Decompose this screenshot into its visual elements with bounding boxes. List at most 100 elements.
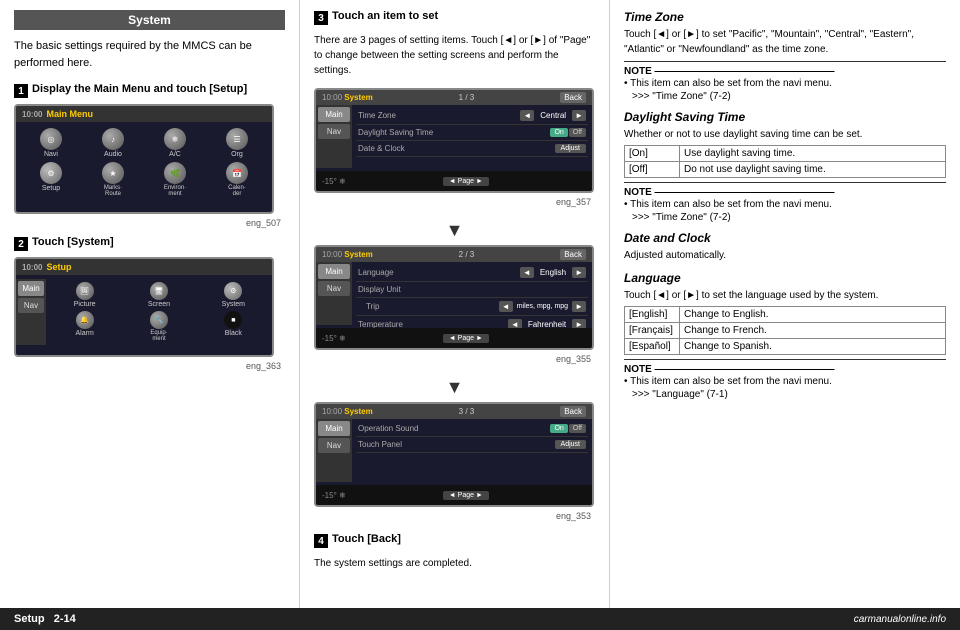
right-column: Time Zone Touch [◄] or [►] to set "Pacif…	[610, 0, 960, 608]
step3-heading: 3 Touch an item to set	[314, 10, 595, 25]
timezone-row: Time Zone ◄ Central ►	[356, 107, 588, 125]
menu-icon-setup: ⚙ Setup	[22, 162, 80, 197]
step2-num: 2	[14, 237, 28, 251]
time-zone-note: NOTE —————————————————— • This item can …	[624, 61, 946, 102]
footer-section: Setup	[14, 613, 45, 625]
screen3-topbar: 10:00 System 3 / 3 Back	[316, 404, 592, 419]
back-btn-1[interactable]: Back	[560, 92, 586, 103]
date-clock-text: Adjusted automatically.	[624, 248, 946, 263]
arrow-down-2: ▼	[314, 378, 595, 396]
date-clock-title: Date and Clock	[624, 231, 946, 245]
dst-title: Daylight Saving Time	[624, 110, 946, 124]
dst-note: NOTE —————————————————— • This item can …	[624, 182, 946, 223]
trip-left-btn[interactable]: ◄	[499, 301, 513, 312]
back-btn-3[interactable]: Back	[560, 406, 586, 417]
menu-icon-navi: ◎ Navi	[22, 128, 80, 158]
dst-on-btn[interactable]: On	[550, 128, 567, 137]
touch-panel-row: Touch Panel Adjust	[356, 437, 588, 453]
step3-label: Touch an item to set	[332, 10, 438, 22]
step3-num: 3	[314, 11, 328, 25]
time-zone-title: Time Zone	[624, 10, 946, 24]
dst-table-on: [On] Use daylight saving time.	[625, 146, 945, 162]
screen2-bottombar: -15° ❄ ◄ Page ►	[316, 328, 592, 348]
timezone-right-btn[interactable]: ►	[572, 110, 586, 121]
op-sound-row: Operation Sound On Off	[356, 421, 588, 437]
timezone-left-btn[interactable]: ◄	[520, 110, 534, 121]
display-unit-row: Display Unit	[356, 282, 588, 298]
step2-heading: 2 Touch [System]	[14, 236, 285, 251]
mid-column: 3 Touch an item to set There are 3 pages…	[300, 0, 610, 608]
arrow-down-1: ▼	[314, 221, 595, 239]
main-btn-1[interactable]: Main	[318, 107, 350, 122]
logo-text: carmanualonline.info	[854, 614, 946, 625]
lang-right-btn[interactable]: ►	[572, 267, 586, 278]
page-btn-1[interactable]: ◄ Page ►	[443, 177, 489, 186]
dst-table-off: [Off] Do not use daylight saving time.	[625, 162, 945, 177]
footer-logo: carmanualonline.info	[854, 614, 946, 625]
dst-table: [On] Use daylight saving time. [Off] Do …	[624, 145, 946, 178]
date-adjust-btn[interactable]: Adjust	[555, 144, 586, 153]
language-english: [English] Change to English.	[625, 307, 945, 323]
trip-row: Trip ◄ miles, mpg, mpg ►	[356, 298, 588, 316]
step4-heading: 4 Touch [Back]	[314, 533, 595, 548]
menu-icon-audio: ♪ Audio	[84, 128, 142, 158]
menu-icon-environ: 🌿 Environ·ment	[146, 162, 204, 197]
setup-icon-picture: 🖼 Picture	[49, 282, 120, 308]
step4-text: The system settings are completed.	[314, 556, 595, 571]
footer: Setup 2-14 carmanualonline.info	[0, 608, 960, 630]
menu-icon-marks: ★ Marks·Route	[84, 162, 142, 197]
system-screen-2: 10:00 System 2 / 3 Back Main Nav Languag…	[314, 245, 594, 350]
setup-icon-black: ■ Black	[198, 311, 269, 342]
setup-icon-alarm: 🔔 Alarm	[49, 311, 120, 342]
date-clock-section: Date and Clock Adjusted automatically.	[624, 231, 946, 263]
section-title: System	[14, 10, 285, 30]
step2-label: Touch [System]	[32, 236, 114, 248]
main-menu-topbar: 10:00 Main Menu	[16, 106, 272, 122]
page-btn-3[interactable]: ◄ Page ►	[443, 491, 489, 500]
nav-btn-1[interactable]: Nav	[318, 124, 350, 139]
eng-label-357: eng_357	[314, 197, 595, 207]
time-zone-section: Time Zone Touch [◄] or [►] to set "Pacif…	[624, 10, 946, 102]
screen1-topbar: 10:00 System 1 / 3 Back	[316, 90, 592, 105]
language-french: [Français] Change to French.	[625, 323, 945, 339]
main-btn-2[interactable]: Main	[318, 264, 350, 279]
step1-heading: 1 Display the Main Menu and touch [Setup…	[14, 83, 285, 98]
setup-icon-screen: 🖥 Screen	[123, 282, 194, 308]
opsound-off-btn[interactable]: Off	[569, 424, 586, 433]
dst-off-btn[interactable]: Off	[569, 128, 586, 137]
dst-row: Daylight Saving Time On Off	[356, 125, 588, 141]
trip-right-btn[interactable]: ►	[572, 301, 586, 312]
menu-icon-org: ☰ Org	[208, 128, 266, 158]
language-text: Touch [◄] or [►] to set the language use…	[624, 288, 946, 303]
setup-main-btn[interactable]: Main	[18, 281, 44, 296]
touch-panel-adjust-btn[interactable]: Adjust	[555, 440, 586, 449]
setup-topbar: 10:00 Setup	[16, 259, 272, 275]
footer-left: Setup 2-14	[14, 613, 76, 625]
lang-left-btn[interactable]: ◄	[520, 267, 534, 278]
menu-icon-calender: 📅 Calen·der	[208, 162, 266, 197]
setup-screen: 10:00 Setup Main Nav 🖼 Picture 🖥 Screen	[14, 257, 274, 357]
setup-icon-system: ⚙ System	[198, 282, 269, 308]
setup-nav-btn[interactable]: Nav	[18, 298, 44, 313]
main-menu-icons: ◎ Navi ♪ Audio ❄ A/C ☰ Org ⚙ Setup	[16, 122, 272, 203]
menu-icon-ac: ❄ A/C	[146, 128, 204, 158]
opsound-on-btn[interactable]: On	[550, 424, 567, 433]
step1-num: 1	[14, 84, 28, 98]
main-menu-title: Main Menu	[46, 109, 93, 119]
page-btn-2[interactable]: ◄ Page ►	[443, 334, 489, 343]
language-section: Language Touch [◄] or [►] to set the lan…	[624, 271, 946, 400]
main-menu-screen: 10:00 Main Menu ◎ Navi ♪ Audio ❄ A/C ☰	[14, 104, 274, 214]
step1-label: Display the Main Menu and touch [Setup]	[32, 83, 247, 95]
eng-label-353: eng_353	[314, 511, 595, 521]
nav-btn-2[interactable]: Nav	[318, 281, 350, 296]
back-btn-2[interactable]: Back	[560, 249, 586, 260]
eng-label-355: eng_355	[314, 354, 595, 364]
system-screen-1: 10:00 System 1 / 3 Back Main Nav Time Zo…	[314, 88, 594, 193]
nav-btn-3[interactable]: Nav	[318, 438, 350, 453]
step4-num: 4	[314, 534, 328, 548]
footer-page: 2-14	[54, 613, 76, 625]
eng-label-507: eng_507	[14, 218, 285, 228]
time-zone-text: Touch [◄] or [►] to set "Pacific", "Moun…	[624, 27, 946, 57]
main-btn-3[interactable]: Main	[318, 421, 350, 436]
language-row: Language ◄ English ►	[356, 264, 588, 282]
